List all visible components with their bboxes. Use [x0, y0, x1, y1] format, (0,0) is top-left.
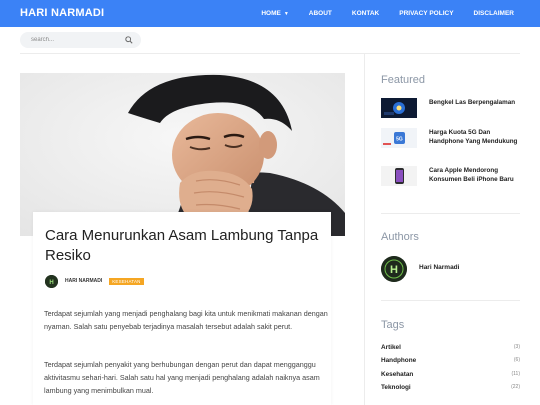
- tag-item[interactable]: Artikel (3): [381, 344, 520, 351]
- tag-name: Artikel: [381, 344, 401, 351]
- sidebar-divider: [381, 213, 520, 214]
- author-name: Hari Narmadi: [419, 264, 460, 271]
- main-nav: HOME ▼ ABOUT KONTAK PRIVACY POLICY DISCL…: [261, 0, 540, 27]
- featured-title: Bengkel Las Berpengalaman: [429, 99, 516, 106]
- featured-item[interactable]: Bengkel Las Berpengalaman: [381, 98, 520, 128]
- tag-name: Teknologi: [381, 384, 411, 391]
- tag-item[interactable]: Teknologi (22): [381, 384, 520, 391]
- tags-heading: Tags: [381, 319, 405, 331]
- nav-disclaimer[interactable]: DISCLAIMER: [474, 10, 514, 17]
- tag-name: Kesehatan: [381, 371, 414, 378]
- search-icon[interactable]: [125, 36, 133, 44]
- tag-count: (11): [511, 371, 520, 377]
- nav-about[interactable]: ABOUT: [309, 10, 332, 17]
- tag-name: Handphone: [381, 357, 417, 364]
- tag-item[interactable]: Handphone (6): [381, 357, 520, 364]
- search-box: [20, 32, 141, 48]
- featured-thumbnail: [381, 166, 417, 186]
- featured-title: Harga Kuota 5G Dan Handphone Yang Menduk…: [429, 129, 518, 145]
- article-paragraph: Terdapat sejumlah penyakit yang berhubun…: [44, 360, 320, 395]
- featured-thumbnail: [381, 98, 417, 118]
- chevron-down-icon: ▼: [283, 10, 289, 17]
- nav-kontak[interactable]: KONTAK: [352, 10, 379, 17]
- nav-privacy-policy[interactable]: PRIVACY POLICY: [399, 10, 453, 17]
- featured-thumbnail: 5G: [381, 128, 417, 148]
- svg-text:5G: 5G: [396, 137, 403, 143]
- nav-home[interactable]: HOME ▼: [261, 10, 288, 17]
- site-brand[interactable]: HARI NARMADI: [20, 7, 104, 19]
- tag-count: (6): [513, 357, 520, 363]
- sidebar-divider: [381, 300, 520, 301]
- tag-item[interactable]: Kesehatan (11): [381, 371, 520, 378]
- search-input[interactable]: [20, 32, 141, 48]
- top-navbar: HARI NARMADI HOME ▼ ABOUT KONTAK PRIVACY…: [0, 0, 540, 27]
- authors-heading: Authors: [381, 231, 419, 243]
- author-avatar[interactable]: H: [45, 274, 58, 288]
- tag-count: (22): [511, 384, 520, 390]
- nav-home-label: HOME: [261, 10, 281, 17]
- article-meta: H HARI NARMADI KESEHATAN: [45, 274, 144, 288]
- featured-title: Cara Apple Mendorong Konsumen Beli iPhon…: [429, 167, 514, 183]
- svg-text:H: H: [49, 280, 53, 286]
- header-divider: [20, 53, 520, 54]
- svg-text:H: H: [390, 264, 398, 276]
- tag-count: (3): [513, 344, 520, 350]
- article-paragraph: Terdapat sejumlah yang menjadi penghalan…: [44, 309, 328, 331]
- sidebar-border: [364, 54, 365, 405]
- featured-item[interactable]: 5G Harga Kuota 5G Dan Handphone Yang Men…: [381, 128, 520, 158]
- article-title: Cara Menurunkan Asam Lambung Tanpa Resik…: [45, 227, 319, 264]
- avatar-logo-icon: H: [45, 274, 58, 288]
- article-author[interactable]: HARI NARMADI: [65, 278, 102, 284]
- featured-item[interactable]: Cara Apple Mendorong Konsumen Beli iPhon…: [381, 166, 520, 196]
- author-avatar: H: [381, 256, 407, 282]
- category-badge[interactable]: KESEHATAN: [109, 277, 144, 285]
- featured-heading: Featured: [381, 74, 426, 86]
